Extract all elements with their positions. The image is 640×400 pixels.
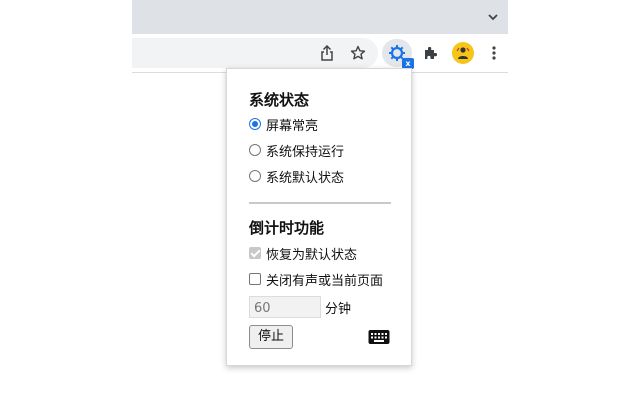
option-label: 屏幕常亮 <box>266 118 319 134</box>
extension-popup: 系统状态 屏幕常亮 系统保持运行 系统默认状态 倒计时功能 恢复为默认状态 关闭… <box>226 68 412 366</box>
keyboard-icon[interactable] <box>368 329 390 345</box>
radio-button-checked[interactable] <box>249 118 261 130</box>
address-bar[interactable] <box>132 38 378 68</box>
option-label: 系统默认状态 <box>266 170 345 186</box>
radio-system-default[interactable]: 系统默认状态 <box>249 167 345 186</box>
avatar-icon <box>456 47 470 59</box>
section-divider <box>249 202 391 204</box>
radio-screen-always-on[interactable]: 屏幕常亮 <box>249 115 319 134</box>
profile-avatar[interactable] <box>452 42 474 64</box>
countdown-title: 倒计时功能 <box>249 219 325 237</box>
more-menu-icon[interactable] <box>482 41 506 65</box>
minutes-unit-label: 分钟 <box>325 302 352 317</box>
radio-button[interactable] <box>249 144 261 156</box>
checkbox-restore-default: 恢复为默认状态 <box>249 244 358 263</box>
minutes-input[interactable] <box>249 296 321 318</box>
checkbox[interactable] <box>249 273 261 285</box>
option-label: 系统保持运行 <box>266 144 345 160</box>
share-icon[interactable] <box>315 41 339 65</box>
checkbox-label: 关闭有声或当前页面 <box>266 273 384 289</box>
browser-tab-strip <box>132 0 508 34</box>
puzzle-extensions-icon[interactable] <box>419 41 443 65</box>
checkbox-disabled <box>249 247 261 259</box>
radio-button[interactable] <box>249 170 261 182</box>
bookmark-star-icon[interactable] <box>346 41 370 65</box>
checkbox-label: 恢复为默认状态 <box>266 247 358 263</box>
radio-system-keep-running[interactable]: 系统保持运行 <box>249 141 345 160</box>
checkbox-close-tab[interactable]: 关闭有声或当前页面 <box>249 270 384 289</box>
system-state-title: 系统状态 <box>249 91 310 109</box>
extension-active-button[interactable]: x <box>382 39 414 69</box>
stop-button[interactable]: 停止 <box>249 325 293 349</box>
chevron-down-icon[interactable] <box>486 10 500 24</box>
